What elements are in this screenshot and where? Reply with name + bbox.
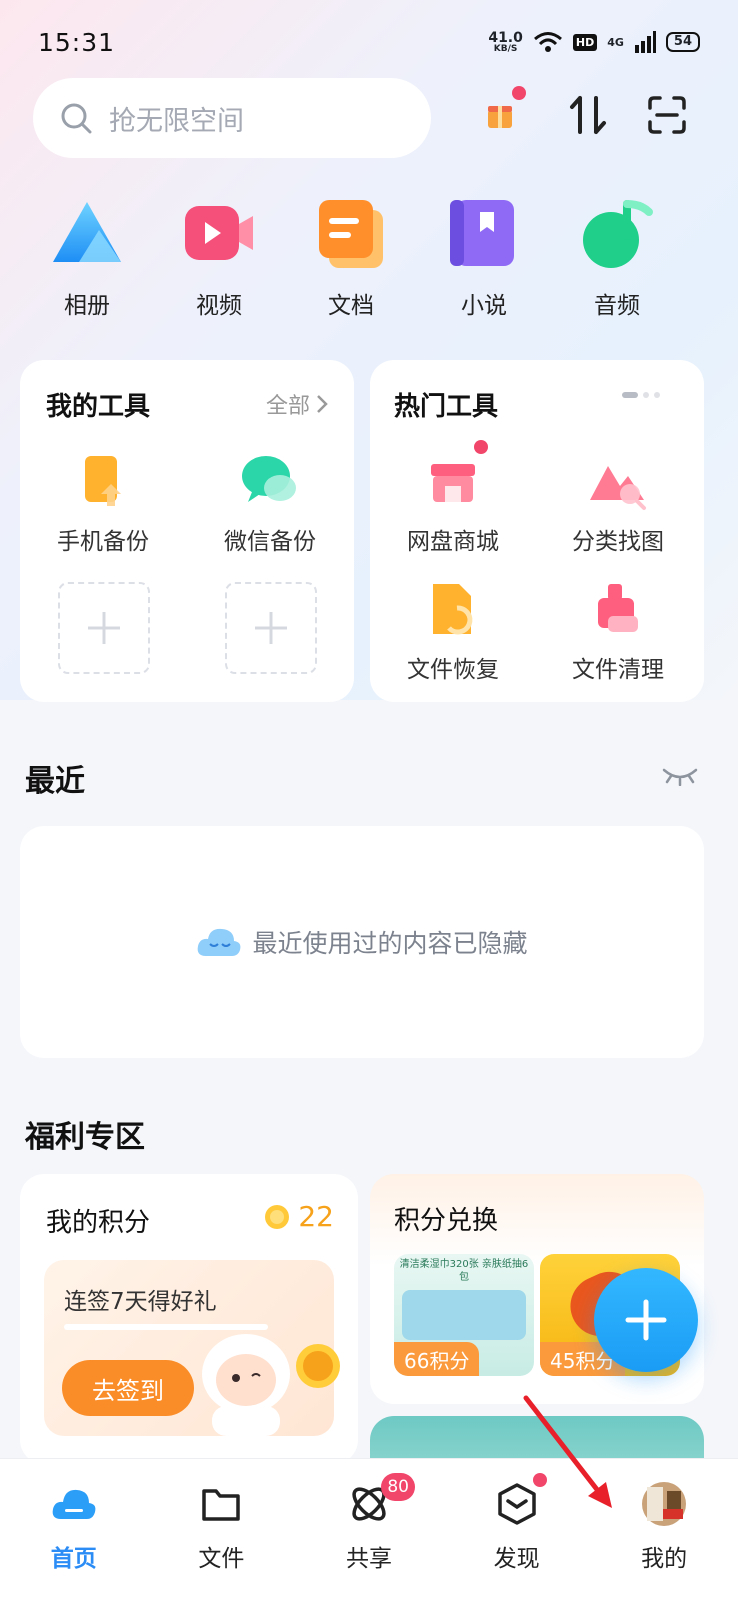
page-indicator <box>622 392 660 398</box>
folder-icon <box>202 1489 241 1521</box>
notification-dot <box>512 86 526 100</box>
nav-label: 共享 <box>345 1546 392 1572</box>
phone-backup-icon <box>85 456 121 506</box>
tool-label: 文件恢复 <box>407 657 499 683</box>
checkin-button[interactable]: 去签到 <box>62 1360 194 1416</box>
video-icon <box>185 206 253 260</box>
network-type: 4G <box>607 35 624 49</box>
tool-label: 微信备份 <box>224 529 316 555</box>
status-time: 15:31 <box>38 28 116 57</box>
category-label: 相册 <box>64 293 110 319</box>
hd-badge: HD <box>572 33 598 51</box>
checkin-text: 连签7天得好礼 <box>64 1289 217 1315</box>
my-tools-card: 我的工具 全部 手机备份 微信备份 <box>20 360 354 702</box>
chevron-right-icon <box>317 395 328 413</box>
all-tools-label: 全部 <box>265 394 310 419</box>
mascot-icon <box>202 1334 340 1436</box>
category-label: 文档 <box>328 293 374 319</box>
product-1-points: 66积分 <box>394 1342 480 1376</box>
file-recover-icon <box>433 584 473 635</box>
net-speed-unit: KB/S <box>493 43 518 54</box>
recent-card: 最近使用过的内容已隐藏 <box>20 826 704 1058</box>
cloud-home-icon <box>52 1489 96 1519</box>
album-icon <box>53 202 121 262</box>
category-document[interactable]: 文档 <box>296 196 406 320</box>
plus-icon <box>625 1299 667 1341</box>
category-album[interactable]: 相册 <box>32 196 142 320</box>
avatar <box>642 1482 687 1526</box>
tool-wechat-backup[interactable]: 微信备份 <box>195 450 345 556</box>
nav-share[interactable]: 共享 80 <box>295 1459 443 1600</box>
audio-icon <box>583 200 653 268</box>
welfare-title: 福利专区 <box>25 1120 145 1155</box>
nav-label: 我的 <box>641 1546 688 1572</box>
search-icon <box>61 103 92 134</box>
notification-dot <box>474 440 488 454</box>
search-placeholder: 抢无限空间 <box>109 105 244 137</box>
tool-file-recover[interactable]: 文件恢复 <box>378 578 528 684</box>
category-label: 音频 <box>594 293 640 319</box>
category-label: 视频 <box>196 293 242 319</box>
points-title: 我的积分 <box>46 1208 151 1238</box>
my-tools-title: 我的工具 <box>46 392 151 422</box>
points-balance: 22 <box>264 1200 334 1233</box>
image-search-icon <box>590 466 646 510</box>
signal-icon <box>634 31 656 53</box>
tool-label: 网盘商城 <box>407 529 499 555</box>
wechat-backup-icon <box>242 456 296 502</box>
category-label: 小说 <box>461 293 507 319</box>
eye-closed-icon[interactable] <box>662 764 698 786</box>
file-clean-icon <box>598 584 638 632</box>
all-tools-link[interactable]: 全部 <box>266 388 328 420</box>
category-audio[interactable]: 音频 <box>562 196 672 320</box>
points-value: 22 <box>298 1200 334 1233</box>
wifi-icon <box>533 32 562 52</box>
cloud-sleep-icon <box>198 928 241 956</box>
annotation-arrow-icon <box>523 1395 612 1508</box>
hot-tools-card: 热门工具 网盘商城 分类找图 文件恢复 文件清理 <box>370 360 704 702</box>
status-icons: 41.0 KB/S HD 4G 54 <box>488 30 700 54</box>
store-icon <box>431 464 475 502</box>
promo-gift-icon[interactable] <box>486 100 514 130</box>
category-novel[interactable]: 小说 <box>429 196 539 320</box>
novel-icon <box>450 200 514 266</box>
recent-title: 最近 <box>25 764 85 799</box>
nav-home[interactable]: 首页 <box>0 1459 148 1600</box>
nav-label: 文件 <box>198 1546 245 1572</box>
tool-store[interactable]: 网盘商城 <box>378 450 528 556</box>
product-1-text: 清洁柔湿巾320张 亲肤纸抽6包 <box>399 1259 529 1283</box>
add-tool-slot[interactable] <box>58 582 150 674</box>
tool-label: 文件清理 <box>572 657 664 683</box>
exchange-title: 积分兑换 <box>394 1206 499 1236</box>
tool-label: 分类找图 <box>572 529 664 555</box>
scan-icon[interactable] <box>648 96 686 134</box>
nav-label: 发现 <box>493 1546 540 1572</box>
hot-tools-title: 热门工具 <box>394 392 499 422</box>
plus-icon <box>88 612 120 644</box>
transfer-icon[interactable] <box>568 94 608 136</box>
net-speed: 41.0 KB/S <box>488 31 523 54</box>
plus-icon <box>255 612 287 644</box>
coin-icon <box>265 1204 290 1229</box>
points-card[interactable]: 我的积分 22 连签7天得好礼 去签到 <box>20 1174 358 1464</box>
product-wipes[interactable]: 清洁柔湿巾320张 亲肤纸抽6包 66积分 <box>394 1254 534 1376</box>
document-icon <box>319 200 383 268</box>
tool-file-clean[interactable]: 文件清理 <box>543 578 693 684</box>
category-video[interactable]: 视频 <box>164 196 274 320</box>
tool-label: 手机备份 <box>57 529 149 555</box>
bottom-nav: 首页 文件 共享 80 发现 我的 <box>0 1458 738 1600</box>
nav-label: 首页 <box>50 1546 97 1572</box>
battery-indicator: 54 <box>665 32 700 52</box>
checkin-panel: 连签7天得好礼 去签到 <box>44 1260 340 1436</box>
share-badge: 80 <box>381 1473 416 1501</box>
add-fab-button[interactable] <box>594 1268 698 1372</box>
tool-image-search[interactable]: 分类找图 <box>543 450 693 556</box>
recent-hidden-message: 最近使用过的内容已隐藏 <box>252 929 528 958</box>
net-speed-value: 41.0 <box>488 29 523 46</box>
add-tool-slot[interactable] <box>225 582 317 674</box>
nav-files[interactable]: 文件 <box>148 1459 296 1600</box>
tool-phone-backup[interactable]: 手机备份 <box>28 450 178 556</box>
search-bar[interactable]: 抢无限空间 <box>33 78 431 158</box>
